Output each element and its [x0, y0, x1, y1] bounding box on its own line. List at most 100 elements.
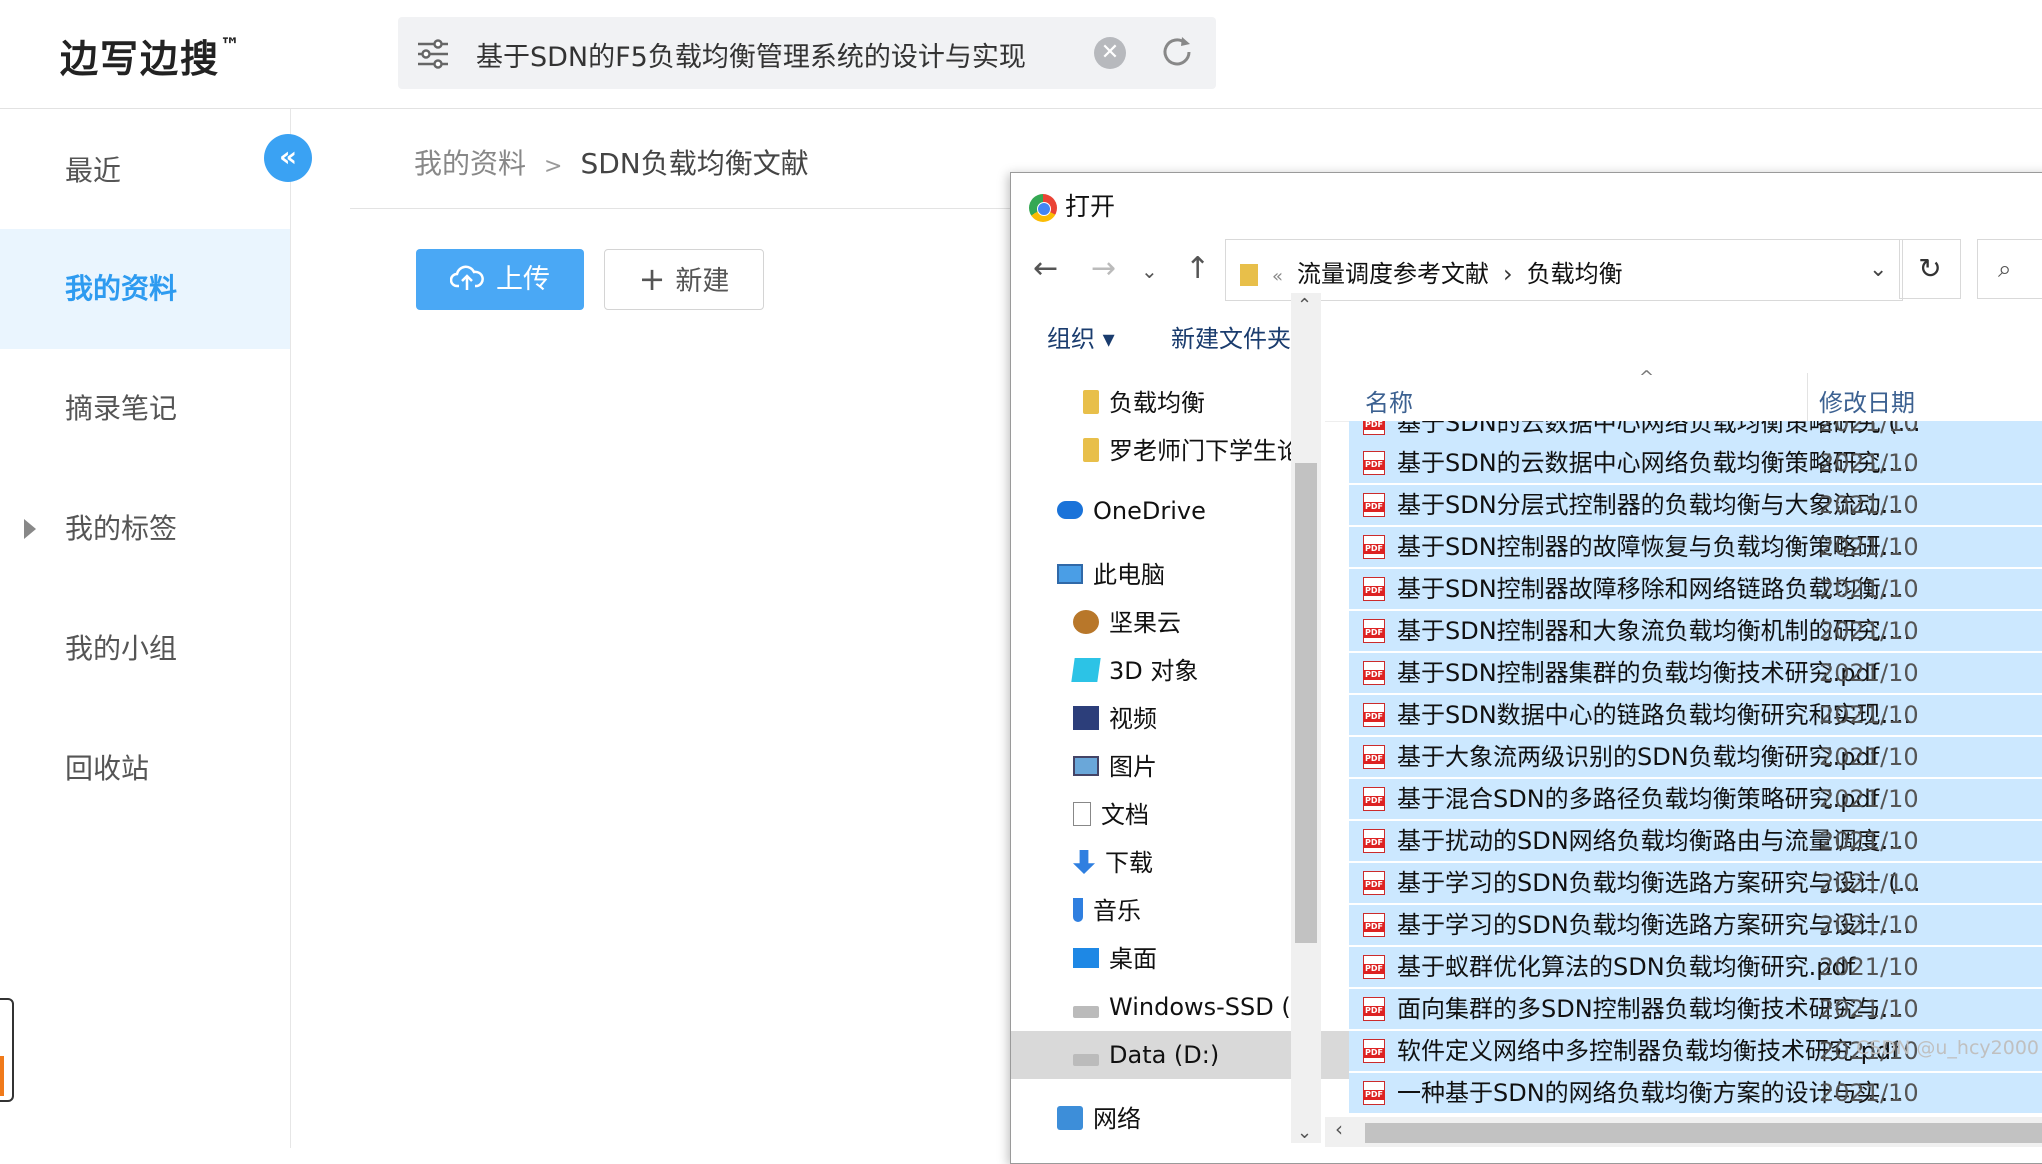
- breadcrumb-root[interactable]: 我的资料: [414, 147, 526, 180]
- address-segment-parent[interactable]: 流量调度参考文献: [1297, 260, 1489, 288]
- file-date: 2021/10: [1819, 911, 1919, 939]
- file-row[interactable]: 基于大象流两级识别的SDN负载均衡研究.pdf2021/10: [1349, 737, 2042, 779]
- column-divider[interactable]: [1807, 373, 1808, 421]
- new-button[interactable]: + 新建: [604, 249, 764, 310]
- nav-item-label: 文档: [1101, 801, 1149, 829]
- file-row[interactable]: 基于学习的SDN负载均衡选路方案研究与设计....2021/10: [1349, 905, 2042, 947]
- nav-scrollbar[interactable]: ⌃ ⌄: [1291, 293, 1321, 1143]
- file-date: 2021/10: [1819, 785, 1919, 813]
- refresh-button[interactable]: ↻: [1899, 239, 1961, 299]
- sidebar-item-tags[interactable]: 我的标签: [0, 469, 290, 589]
- expand-arrow-icon[interactable]: [24, 519, 36, 539]
- file-date: 2021/10: [1819, 449, 1919, 477]
- sidebar-item-notes[interactable]: 摘录笔记: [0, 349, 290, 469]
- file-row[interactable]: 基于蚁群优化算法的SDN负载均衡研究.pdf2021/10: [1349, 947, 2042, 989]
- pdf-file-icon: [1363, 829, 1385, 853]
- address-bar[interactable]: « 流量调度参考文献 › 负载均衡: [1225, 239, 1903, 301]
- new-folder-button[interactable]: 新建文件夹: [1171, 319, 1291, 354]
- file-date: 2021/10: [1819, 743, 1919, 771]
- filter-sliders-icon[interactable]: [416, 37, 450, 71]
- nav-item-label: 下载: [1105, 849, 1153, 877]
- breadcrumb-current: SDN负载均衡文献: [580, 147, 809, 180]
- path-overflow-icon[interactable]: «: [1272, 266, 1283, 287]
- pdf-file-icon: [1363, 451, 1385, 475]
- nav-item-this-pc[interactable]: 此电脑: [1011, 551, 1337, 599]
- watermark: CSDN @u_hcy2000: [1856, 1037, 2039, 1059]
- scrollbar-thumb[interactable]: [1295, 463, 1317, 943]
- recent-locations-chevron-icon[interactable]: ⌄: [1141, 259, 1158, 283]
- file-row[interactable]: 基于学习的SDN负载均衡选路方案研究与设计 (...2021/10: [1349, 863, 2042, 905]
- search-input[interactable]: 基于SDN的F5负载均衡管理系统的设计与实现: [476, 35, 1026, 74]
- navigation-pane: 负载均衡 罗老师门下学生论 OneDrive 此电脑 坚果云 3D 对象 视频 …: [1011, 373, 1353, 1163]
- file-date: 2021/10: [1819, 575, 1919, 603]
- horizontal-scrollbar[interactable]: ‹: [1325, 1117, 2042, 1147]
- sidebar-item-trash[interactable]: 回收站: [0, 709, 290, 829]
- file-row[interactable]: 基于SDN分层式控制器的负载均衡与大象流动...2021/10: [1349, 485, 2042, 527]
- dialog-search-box[interactable]: ⌕: [1977, 239, 2042, 299]
- clear-search-icon[interactable]: ✕: [1094, 37, 1126, 69]
- pdf-file-icon: [1363, 661, 1385, 685]
- file-date: 2021/10: [1819, 533, 1919, 561]
- file-row[interactable]: 基于混合SDN的多路径负载均衡策略研究.pdf2021/10: [1349, 779, 2042, 821]
- search-box[interactable]: 基于SDN的F5负载均衡管理系统的设计与实现 ✕: [398, 17, 1216, 89]
- video-icon: [1073, 706, 1099, 730]
- scrollbar-thumb[interactable]: [1365, 1123, 2042, 1143]
- file-row[interactable]: 基于SDN控制器集群的负载均衡技术研究.pdf2021/10: [1349, 653, 2042, 695]
- organize-menu[interactable]: 组织 ▾: [1047, 319, 1115, 354]
- nav-item-label: 罗老师门下学生论: [1109, 437, 1301, 465]
- pdf-file-icon: [1363, 997, 1385, 1021]
- nav-item-label: 3D 对象: [1109, 657, 1199, 685]
- sidebar-item-label: 回收站: [65, 752, 150, 785]
- file-name: 基于混合SDN的多路径负载均衡策略研究.pdf: [1397, 785, 1880, 813]
- file-row[interactable]: 基于SDN控制器故障移除和网络链路负载均衡...2021/10: [1349, 569, 2042, 611]
- file-date: 2021/10: [1819, 827, 1919, 855]
- downloads-icon: [1073, 850, 1095, 874]
- file-row[interactable]: 基于SDN控制器的故障恢复与负载均衡策略研...2021/10: [1349, 527, 2042, 569]
- file-row[interactable]: 基于SDN的云数据中心网络负载均衡策略研究 (...2021/10: [1349, 421, 2042, 445]
- floating-side-widget[interactable]: [0, 998, 14, 1102]
- chrome-icon: [1029, 194, 1057, 222]
- address-path: « 流量调度参考文献 › 负载均衡: [1240, 254, 1623, 289]
- brand-logo[interactable]: 边写边搜™: [60, 28, 242, 83]
- forward-arrow-icon[interactable]: →: [1091, 251, 1116, 286]
- drive-icon: [1073, 1006, 1099, 1018]
- pdf-file-icon: [1363, 619, 1385, 643]
- file-row[interactable]: 基于SDN控制器和大象流负载均衡机制的研究....2021/10: [1349, 611, 2042, 653]
- address-dropdown-icon[interactable]: ⌄: [1869, 257, 1887, 282]
- upload-button[interactable]: 上传: [416, 249, 584, 310]
- file-row[interactable]: 基于SDN的云数据中心网络负载均衡策略研究....2021/10: [1349, 443, 2042, 485]
- sidebar-item-recent[interactable]: 最近: [0, 111, 290, 231]
- column-header-date[interactable]: 修改日期: [1819, 383, 1915, 418]
- file-name: 基于大象流两级识别的SDN负载均衡研究.pdf: [1397, 743, 1880, 771]
- drive-icon: [1073, 1054, 1099, 1066]
- file-row[interactable]: 基于扰动的SDN网络负载均衡路由与流量调度...2021/10: [1349, 821, 2042, 863]
- nav-item-network[interactable]: 网络: [1011, 1095, 1337, 1143]
- breadcrumb: 我的资料 > SDN负载均衡文献: [414, 142, 809, 182]
- scroll-up-icon[interactable]: ⌃: [1297, 295, 1312, 316]
- double-chevron-left-icon: «: [278, 140, 298, 173]
- scroll-down-icon[interactable]: ⌄: [1297, 1122, 1312, 1143]
- refresh-icon[interactable]: [1158, 33, 1196, 71]
- collapse-sidebar-button[interactable]: «: [264, 134, 312, 182]
- file-row[interactable]: 面向集群的多SDN控制器负载均衡技术研究与...2021/10: [1349, 989, 2042, 1031]
- pdf-file-icon: [1363, 703, 1385, 727]
- sidebar-item-groups[interactable]: 我的小组: [0, 589, 290, 709]
- nav-item-onedrive[interactable]: OneDrive: [1011, 487, 1337, 535]
- back-arrow-icon[interactable]: ←: [1033, 251, 1058, 286]
- file-row[interactable]: 基于SDN数据中心的链路负载均衡研究和实现....2021/10: [1349, 695, 2042, 737]
- scroll-left-icon[interactable]: ‹: [1335, 1117, 1343, 1141]
- address-segment-current[interactable]: 负载均衡: [1527, 260, 1623, 288]
- pdf-file-icon: [1363, 1081, 1385, 1105]
- chevron-right-icon: ›: [1503, 260, 1513, 288]
- upload-label: 上传: [496, 264, 550, 295]
- sidebar-item-my-materials[interactable]: 我的资料: [0, 229, 290, 349]
- file-row[interactable]: 一种基于SDN的网络负载均衡方案的设计与实...2021/10: [1349, 1073, 2042, 1113]
- file-name: 基于SDN控制器集群的负载均衡技术研究.pdf: [1397, 659, 1880, 687]
- file-date: 2021/10: [1819, 617, 1919, 645]
- up-arrow-icon[interactable]: ↑: [1185, 251, 1210, 286]
- network-icon: [1057, 1106, 1083, 1130]
- sidebar-item-label: 摘录笔记: [65, 392, 178, 425]
- pdf-file-icon: [1363, 535, 1385, 559]
- column-header-name[interactable]: 名称: [1365, 383, 1413, 418]
- sort-ascending-icon: ^: [1639, 367, 1655, 388]
